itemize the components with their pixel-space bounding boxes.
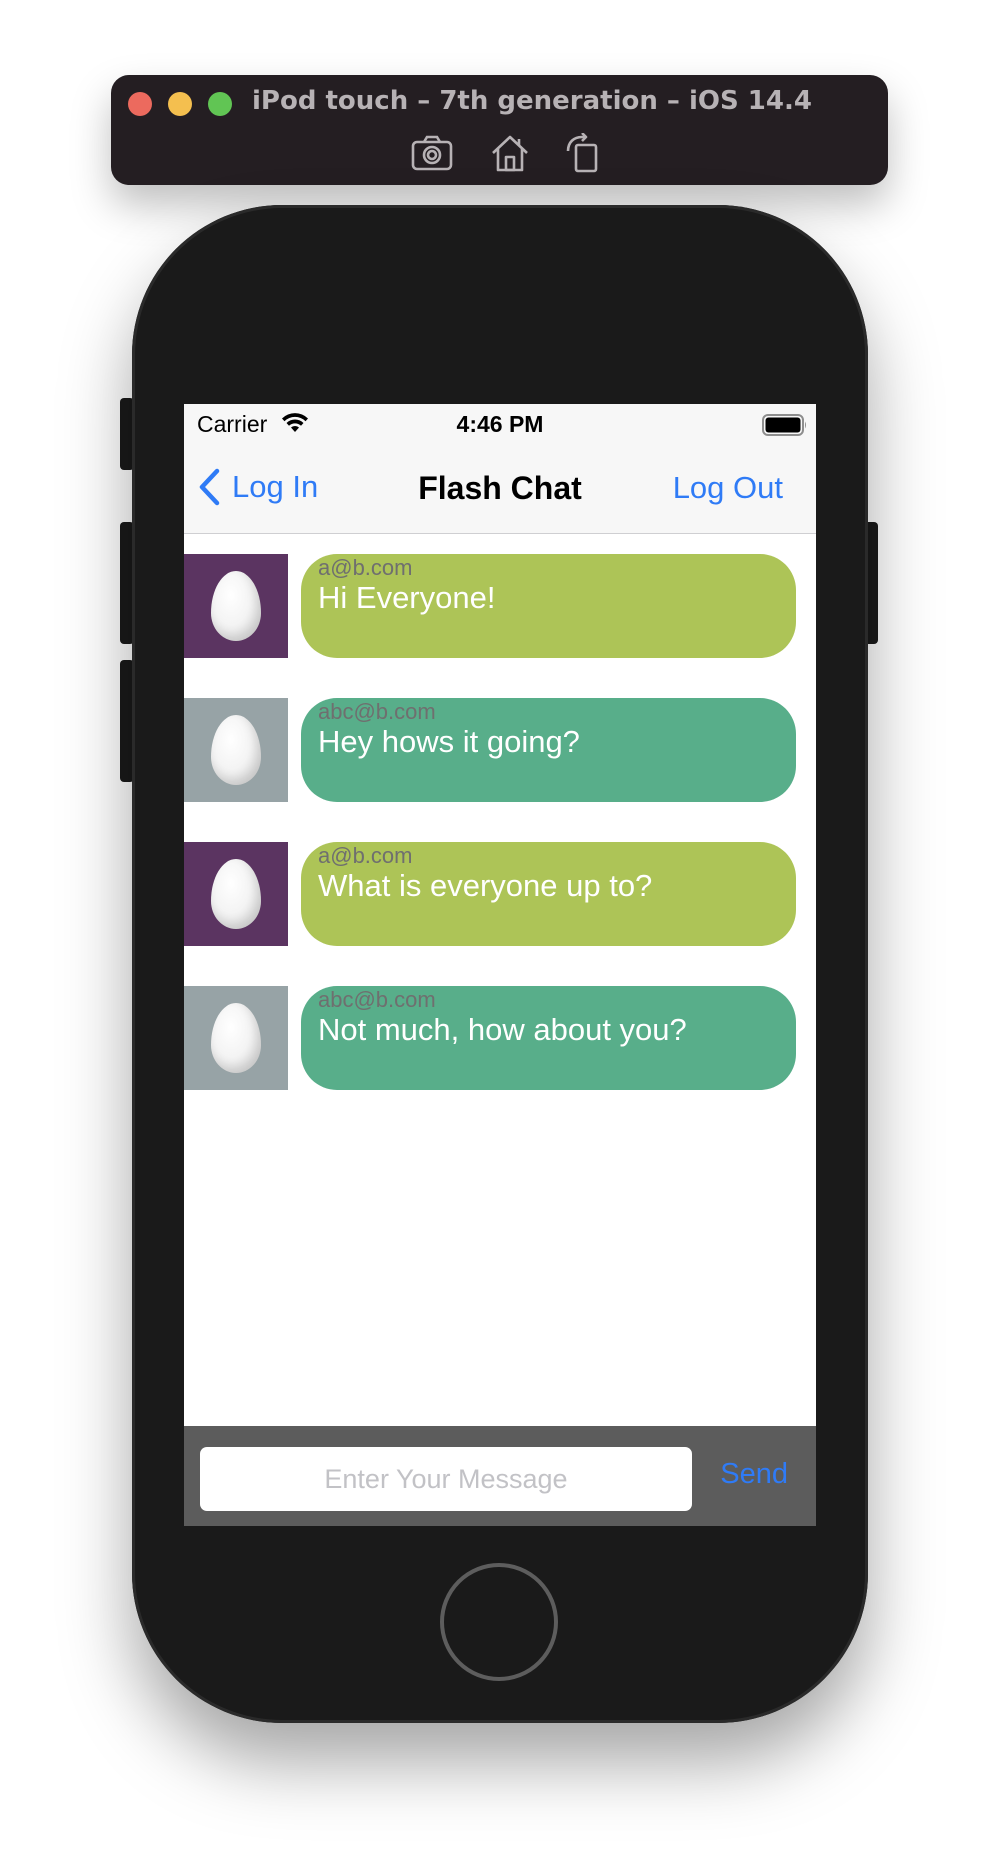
message-text: Hi Everyone! <box>318 580 496 615</box>
egg-avatar-icon <box>211 859 261 929</box>
message-sender: a@b.com <box>318 555 413 580</box>
compose-bar: Send <box>184 1426 816 1526</box>
message-row: a@b.com Hi Everyone! <box>184 554 816 658</box>
send-button[interactable]: Send <box>720 1458 788 1491</box>
minimize-window-button[interactable] <box>168 92 192 116</box>
message-row: a@b.com What is everyone up to? <box>184 842 816 946</box>
zoom-window-button[interactable] <box>208 92 232 116</box>
egg-avatar-icon <box>211 715 261 785</box>
status-bar: Carrier 4:46 PM <box>184 404 816 444</box>
message-sender: abc@b.com <box>318 987 436 1012</box>
egg-avatar-icon <box>211 1003 261 1073</box>
message-bubble: abc@b.com Hey hows it going? <box>301 698 796 802</box>
log-out-button[interactable]: Log Out <box>673 470 783 506</box>
home-icon[interactable] <box>488 133 532 173</box>
close-window-button[interactable] <box>128 92 152 116</box>
message-list[interactable]: a@b.com Hi Everyone! abc@b.com Hey hows … <box>184 534 816 1430</box>
message-sender: a@b.com <box>318 843 413 868</box>
battery-icon <box>762 414 806 436</box>
screenshot-icon[interactable] <box>410 133 454 173</box>
app-screen: Carrier 4:46 PM Log In Flash Chat Log Ou <box>184 404 816 1526</box>
navigation-bar: Log In Flash Chat Log Out <box>184 444 816 534</box>
avatar <box>184 698 288 802</box>
message-bubble: a@b.com Hi Everyone! <box>301 554 796 658</box>
simulator-title: iPod touch – 7th generation – iOS 14.4 <box>252 86 812 116</box>
message-row: abc@b.com Hey hows it going? <box>184 698 816 802</box>
message-bubble: abc@b.com Not much, how about you? <box>301 986 796 1090</box>
message-text: Hey hows it going? <box>318 724 580 759</box>
avatar <box>184 842 288 946</box>
message-text: Not much, how about you? <box>318 1012 687 1047</box>
avatar <box>184 986 288 1090</box>
egg-avatar-icon <box>211 571 261 641</box>
message-input[interactable] <box>200 1447 692 1511</box>
message-text: What is everyone up to? <box>318 868 653 903</box>
avatar <box>184 554 288 658</box>
rotate-icon[interactable] <box>562 132 606 173</box>
home-button[interactable] <box>440 1563 558 1681</box>
message-sender: abc@b.com <box>318 699 436 724</box>
message-bubble: a@b.com What is everyone up to? <box>301 842 796 946</box>
message-row: abc@b.com Not much, how about you? <box>184 986 816 1090</box>
status-time: 4:46 PM <box>456 411 544 437</box>
